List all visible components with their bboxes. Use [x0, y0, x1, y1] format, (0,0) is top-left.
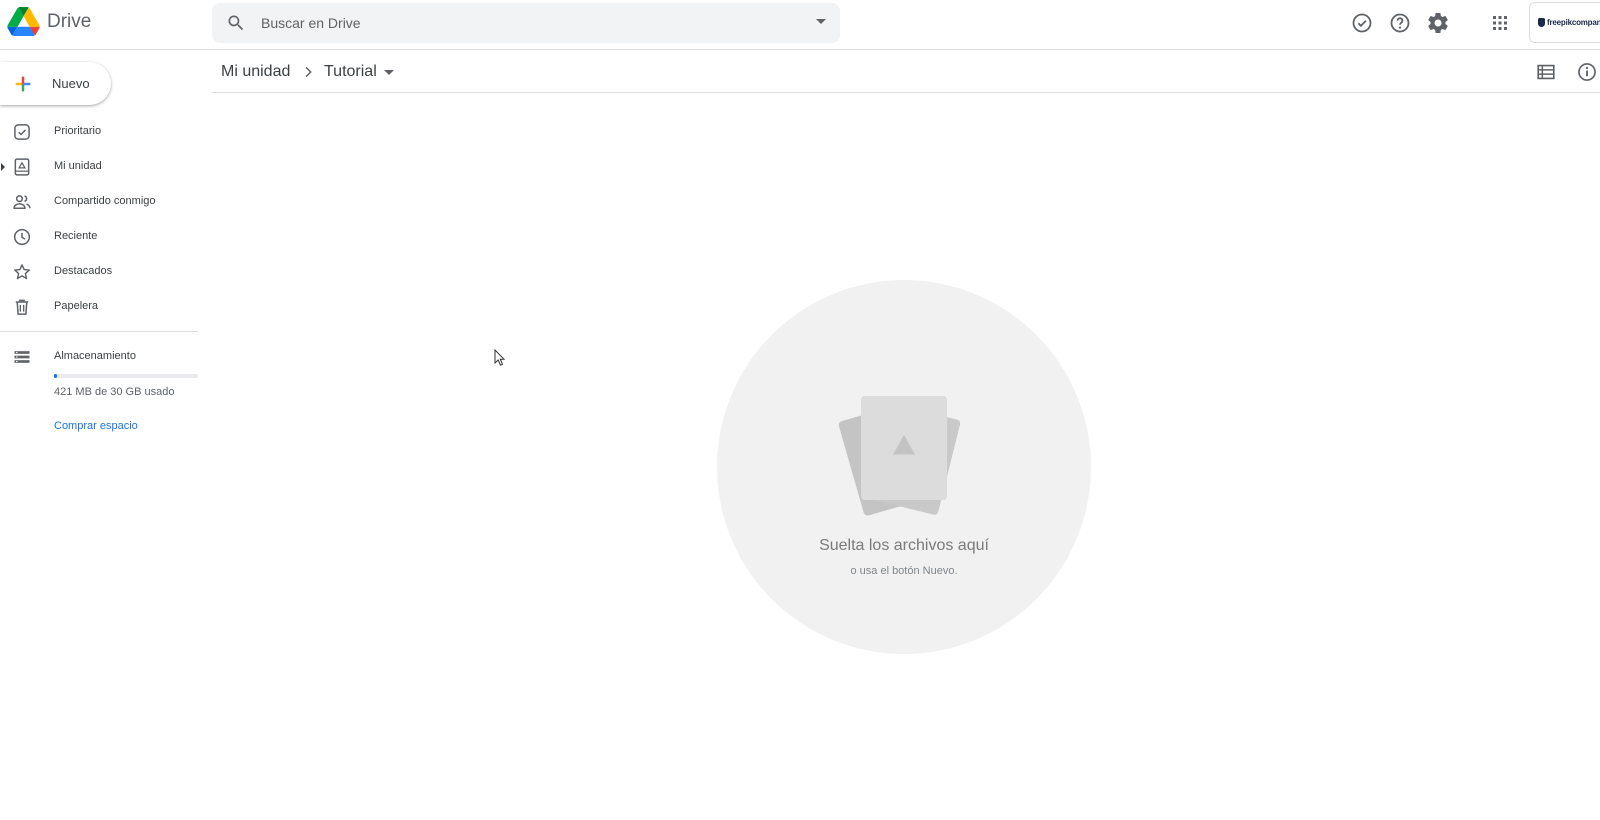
- sidebar-item-my-drive[interactable]: Mi unidad: [0, 150, 198, 185]
- priority-icon: [12, 122, 32, 142]
- settings-icon[interactable]: [1426, 11, 1450, 35]
- buy-storage-link[interactable]: Comprar espacio: [54, 420, 138, 432]
- storage-label: Almacenamiento: [54, 350, 136, 362]
- sidebar-item-trash[interactable]: Papelera: [0, 290, 198, 325]
- app-name: Drive: [47, 11, 92, 32]
- plus-icon: [15, 76, 31, 92]
- sidebar-item-shared-with-me[interactable]: Compartido conmigo: [0, 185, 198, 220]
- breadcrumb: Mi unidad Tutorial: [212, 51, 1600, 93]
- sidebar-item-label: Prioritario: [54, 125, 102, 137]
- drop-zone-title: Suelta los archivos aquí: [819, 537, 989, 554]
- drive-logo[interactable]: Drive: [7, 7, 91, 36]
- sidebar-divider: [0, 331, 198, 332]
- shared-icon: [12, 192, 32, 212]
- info-icon[interactable]: [1576, 61, 1598, 83]
- drop-zone-subtitle: o usa el botón Nuevo.: [850, 565, 958, 577]
- my-drive-icon: [12, 157, 32, 177]
- search-input[interactable]: Buscar en Drive: [261, 15, 361, 31]
- storage-icon: [12, 347, 32, 367]
- storage-usage-text: 421 MB de 30 GB usado: [54, 386, 175, 398]
- sidebar-item-label: Papelera: [54, 300, 99, 312]
- help-icon[interactable]: [1388, 11, 1412, 35]
- clock-icon: [12, 227, 32, 247]
- new-button-label: Nuevo: [52, 76, 90, 91]
- top-bar: Drive Buscar en Drive freepikcompany: [0, 0, 1600, 50]
- trash-icon: [12, 297, 32, 317]
- list-view-icon[interactable]: [1535, 61, 1557, 83]
- storage-usage-bar: [54, 374, 198, 378]
- sidebar-item-label: Compartido conmigo: [54, 195, 156, 207]
- sidebar-item-label: Reciente: [54, 230, 98, 242]
- search-bar[interactable]: Buscar en Drive: [212, 3, 840, 43]
- expand-arrow-icon[interactable]: [1, 163, 5, 171]
- account-switcher[interactable]: freepikcompany: [1529, 2, 1600, 43]
- drive-logo-icon: [7, 7, 40, 36]
- sidebar-item-label: Destacados: [54, 265, 113, 277]
- search-icon[interactable]: [226, 13, 246, 33]
- new-button[interactable]: Nuevo: [0, 62, 111, 105]
- offline-ready-icon[interactable]: [1350, 11, 1374, 35]
- breadcrumb-root[interactable]: Mi unidad: [221, 63, 290, 81]
- mouse-cursor-icon: [494, 349, 506, 366]
- search-options-dropdown-icon[interactable]: [816, 19, 826, 24]
- sidebar-nav: Prioritario Mi unidad Compartido conmigo…: [0, 115, 198, 325]
- sidebar-item-storage[interactable]: Almacenamiento: [0, 340, 198, 375]
- drop-zone[interactable]: Suelta los archivos aquí o usa el botón …: [717, 280, 1091, 654]
- sidebar-item-starred[interactable]: Destacados: [0, 255, 198, 290]
- sidebar-item-priority[interactable]: Prioritario: [0, 115, 198, 150]
- sidebar-item-label: Mi unidad: [54, 160, 102, 172]
- star-icon: [12, 262, 32, 282]
- drop-files-illustration: [838, 396, 961, 516]
- sidebar-item-recent[interactable]: Reciente: [0, 220, 198, 255]
- account-label: freepikcompany: [1547, 18, 1600, 27]
- folder-menu-dropdown-icon[interactable]: [384, 70, 394, 75]
- storage-usage-fill: [54, 374, 57, 378]
- breadcrumb-current[interactable]: Tutorial: [324, 63, 377, 81]
- account-logo-icon: [1538, 18, 1545, 27]
- chevron-right-icon: [305, 66, 312, 78]
- apps-grid-icon[interactable]: [1488, 11, 1512, 35]
